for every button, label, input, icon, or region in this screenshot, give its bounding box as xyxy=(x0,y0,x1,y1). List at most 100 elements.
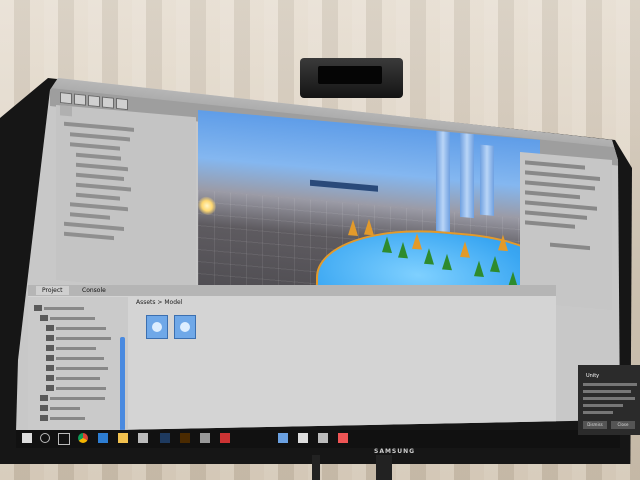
prefab-asset-icon[interactable] xyxy=(174,315,196,339)
prefab-asset-icon[interactable] xyxy=(146,315,168,339)
hierarchy-row[interactable] xyxy=(64,231,114,241)
monitor-brand-label: SAMSUNG xyxy=(374,448,416,455)
folder-label xyxy=(56,347,96,350)
windows-icon[interactable] xyxy=(22,433,32,443)
breadcrumb[interactable]: Assets > Model xyxy=(136,299,182,306)
folder-label xyxy=(56,377,100,380)
folder-icon[interactable] xyxy=(46,385,54,391)
notification-text xyxy=(583,383,637,386)
hierarchy-row[interactable] xyxy=(70,202,128,212)
inspector-row[interactable] xyxy=(525,160,585,170)
inspector-row[interactable] xyxy=(525,200,597,211)
webcam xyxy=(300,58,403,98)
notification-text xyxy=(583,390,631,393)
move-tool-button[interactable] xyxy=(74,93,86,106)
folder-icon[interactable] xyxy=(40,395,48,401)
unity-icon[interactable] xyxy=(298,433,308,443)
tree-model xyxy=(442,253,452,271)
file-explorer-icon[interactable] xyxy=(118,433,128,443)
hierarchy-row[interactable] xyxy=(76,152,121,161)
tree-model xyxy=(474,260,484,278)
folder-icon[interactable] xyxy=(46,365,54,371)
tree-model xyxy=(460,240,470,258)
notification-text xyxy=(583,397,635,400)
app-icon[interactable] xyxy=(220,433,230,443)
folder-label xyxy=(44,307,84,310)
chrome-icon[interactable] xyxy=(78,433,88,443)
project-folder-tree xyxy=(28,297,128,432)
folder-icon[interactable] xyxy=(40,415,48,421)
inspector-row[interactable] xyxy=(525,190,580,200)
project-tab[interactable]: Project xyxy=(36,286,69,295)
tree-model xyxy=(348,219,358,236)
rect-tool-button[interactable] xyxy=(116,97,128,111)
inspector-row[interactable] xyxy=(525,170,600,181)
folder-label xyxy=(56,387,106,390)
folder-icon[interactable] xyxy=(46,325,54,331)
folder-label xyxy=(56,357,104,360)
hierarchy-row[interactable] xyxy=(70,142,120,151)
edge-icon[interactable] xyxy=(98,433,108,443)
console-tab[interactable]: Console xyxy=(76,286,112,295)
tower-model xyxy=(460,132,474,219)
illustrator-icon[interactable] xyxy=(180,433,190,443)
folder-icon[interactable] xyxy=(46,335,54,341)
notification-text xyxy=(583,411,613,414)
folder-label xyxy=(50,317,95,320)
folder-label xyxy=(50,417,85,420)
hierarchy-row[interactable] xyxy=(64,221,124,231)
tree-model xyxy=(382,236,392,253)
close-button[interactable]: Close xyxy=(611,421,635,429)
rotate-tool-button[interactable] xyxy=(88,94,100,108)
hierarchy-panel xyxy=(56,105,196,293)
floating-platform xyxy=(310,179,378,192)
app-icon[interactable] xyxy=(338,433,348,443)
inspector-row[interactable] xyxy=(525,180,595,191)
scale-tool-button[interactable] xyxy=(102,96,114,109)
inspector-row[interactable] xyxy=(525,220,575,229)
tower-model xyxy=(436,130,450,233)
notification-text xyxy=(583,404,623,407)
tree-model xyxy=(424,247,434,265)
tree-model xyxy=(498,234,508,252)
settings-icon[interactable] xyxy=(318,433,328,443)
store-icon[interactable] xyxy=(138,433,148,443)
tree-model xyxy=(412,232,422,250)
add-component-button[interactable] xyxy=(550,242,590,251)
folder-label xyxy=(56,327,106,330)
photoshop-icon[interactable] xyxy=(160,433,170,443)
hierarchy-tab[interactable] xyxy=(60,105,72,117)
hand-tool-button[interactable] xyxy=(60,92,72,105)
task-view-icon[interactable] xyxy=(58,433,70,445)
monitor-stand xyxy=(312,455,392,480)
dismiss-button[interactable]: Dismiss xyxy=(583,421,607,429)
folder-icon[interactable] xyxy=(46,345,54,351)
hierarchy-row[interactable] xyxy=(70,132,130,142)
project-panel: Project Console Assets > Model xyxy=(28,285,556,432)
notification-title: Unity xyxy=(586,373,600,379)
project-scrollbar[interactable] xyxy=(120,337,125,432)
search-icon[interactable] xyxy=(40,433,50,443)
webcam-lens xyxy=(318,66,382,84)
inspector-row[interactable] xyxy=(525,210,587,220)
hierarchy-row[interactable] xyxy=(76,172,124,181)
tree-model xyxy=(364,218,374,236)
hierarchy-row[interactable] xyxy=(76,192,120,201)
windows-taskbar xyxy=(16,430,620,448)
hierarchy-row[interactable] xyxy=(64,121,134,132)
tower-model xyxy=(480,144,494,216)
folder-icon[interactable] xyxy=(46,375,54,381)
tree-model xyxy=(490,255,500,273)
folder-icon[interactable] xyxy=(40,405,48,411)
hierarchy-row[interactable] xyxy=(76,182,131,192)
app-icon[interactable] xyxy=(278,433,288,443)
toast-notification: Unity Dismiss Close xyxy=(578,365,640,435)
folder-icon[interactable] xyxy=(34,305,42,311)
folder-icon[interactable] xyxy=(40,315,48,321)
hierarchy-row[interactable] xyxy=(76,162,128,172)
hierarchy-row[interactable] xyxy=(70,212,110,220)
folder-icon[interactable] xyxy=(46,355,54,361)
folder-label xyxy=(56,337,111,340)
mail-icon[interactable] xyxy=(200,433,210,443)
folder-label xyxy=(50,407,80,410)
